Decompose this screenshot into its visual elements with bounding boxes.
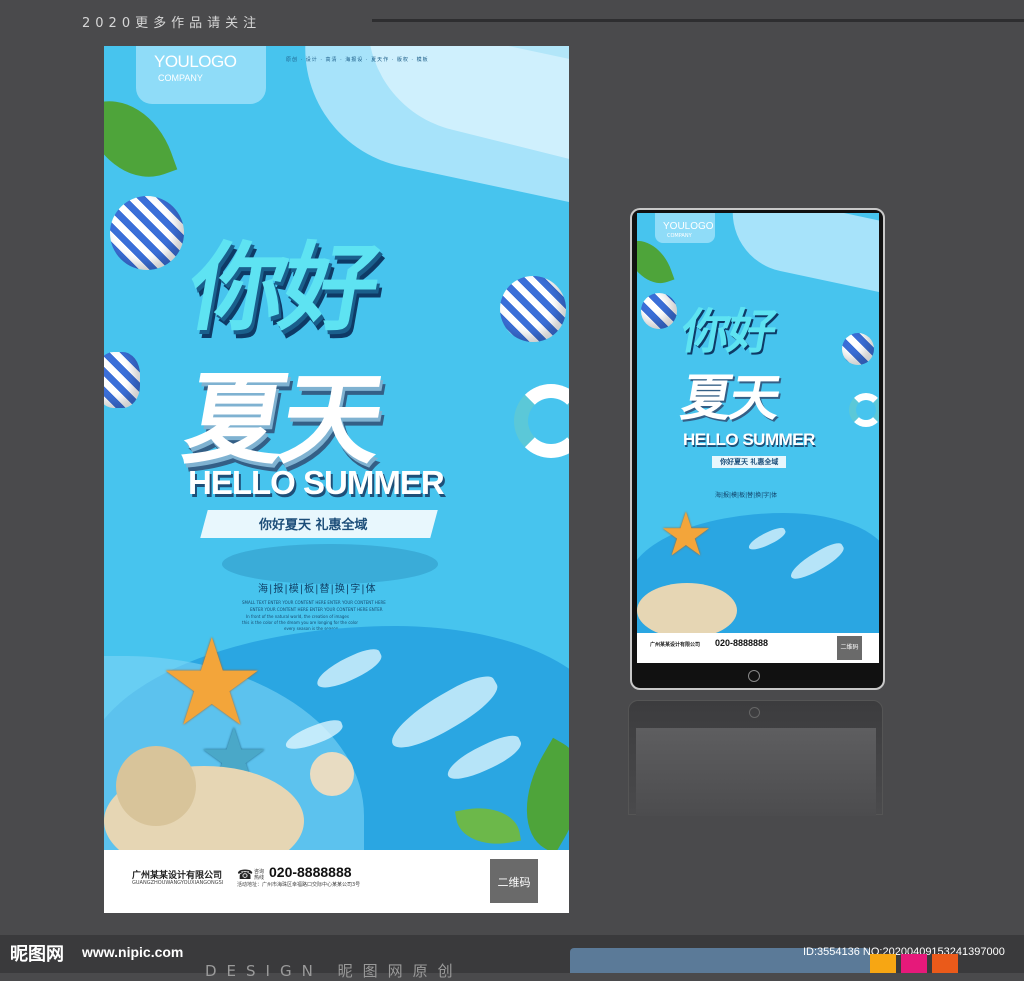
screen-title-line-1: 你好 [677,304,780,360]
beach-ball-edge [104,352,140,408]
screen-phone-number: 020-8888888 [715,638,769,648]
nav-strip: 原创 · 设计 · 高清 · 海报设 · 夏天作 · 版权 · 模板 [286,57,429,63]
screen-logo-subtext: COMPANY [667,233,692,239]
main-poster: YOULOGO COMPANY 原创 · 设计 · 高清 · 海报设 · 夏天作… [104,46,569,913]
fine-print-line: SMALL TEXT ENTER YOUR CONTENT HERE ENTER… [242,600,386,605]
color-swatch-orange [870,954,896,973]
title-line-1: 你好 [180,232,385,344]
screen-top-wave [721,213,879,294]
watermark-logo: 昵图网 [10,944,64,965]
screen-sand [637,583,737,638]
color-swatch-magenta [901,954,927,973]
screen-template-title: 海|报|模|板|替|换|字|体 [715,492,778,499]
screen-logo-text: YOULOGO [663,221,714,232]
seashell-icon [116,746,196,826]
top-caption: 2020更多作品请关注 [82,16,262,31]
address: 活动地址：广州市海珠区幸福路口交际中心某某公司3号 [237,882,361,888]
screen-subtitle-english: HELLO SUMMER [683,430,815,449]
template-title: 海|报|模|板|替|换|字|体 [258,584,377,595]
watermark-url[interactable]: www.nipic.com [82,944,183,960]
screen-beach-ball [641,293,677,329]
phone-number: 020-8888888 [269,864,352,880]
watermark-design-text: DESIGN 昵图网原创 [205,962,463,980]
fine-print-line: ENTER YOUR CONTENT HERE ENTER YOUR CONTE… [250,607,383,612]
reflection-screen [636,728,876,816]
logo-text: YOULOGO [154,52,237,71]
ribbon-text: 你好夏天 礼惠全域 [259,518,368,533]
title-line-2: 夏天 [176,361,389,478]
subtitle-english: HELLO SUMMER [188,464,445,501]
screen-beach-ball [842,333,874,365]
screen-starfish-icon: ★ [659,500,713,570]
beach-ball-left [110,196,184,270]
nautilus-shell-icon [310,752,354,796]
qr-code-label: 二维码 [497,876,531,889]
screen-qr-code: 二维码 [837,636,862,660]
tel-label: 咨询热线 [254,869,265,881]
screen-title-line-2: 夏天 [677,369,784,427]
top-rule [372,19,1024,22]
screen-ribbon-text: 你好夏天 礼惠全域 [712,456,787,468]
title-shadow [222,544,438,584]
screen-company-name: 广州某某设计有限公司 [650,642,701,648]
beach-ball-right [500,276,566,342]
color-swatch-red-orange [932,954,958,973]
logo-subtext: COMPANY [158,73,203,83]
company-name-en: GUANGZHOUWANGYOUXIANGONGSI [132,880,224,886]
home-button [748,670,760,682]
reflection-button [749,707,760,718]
swim-ring [514,384,569,458]
screen-swim-ring [849,393,879,427]
